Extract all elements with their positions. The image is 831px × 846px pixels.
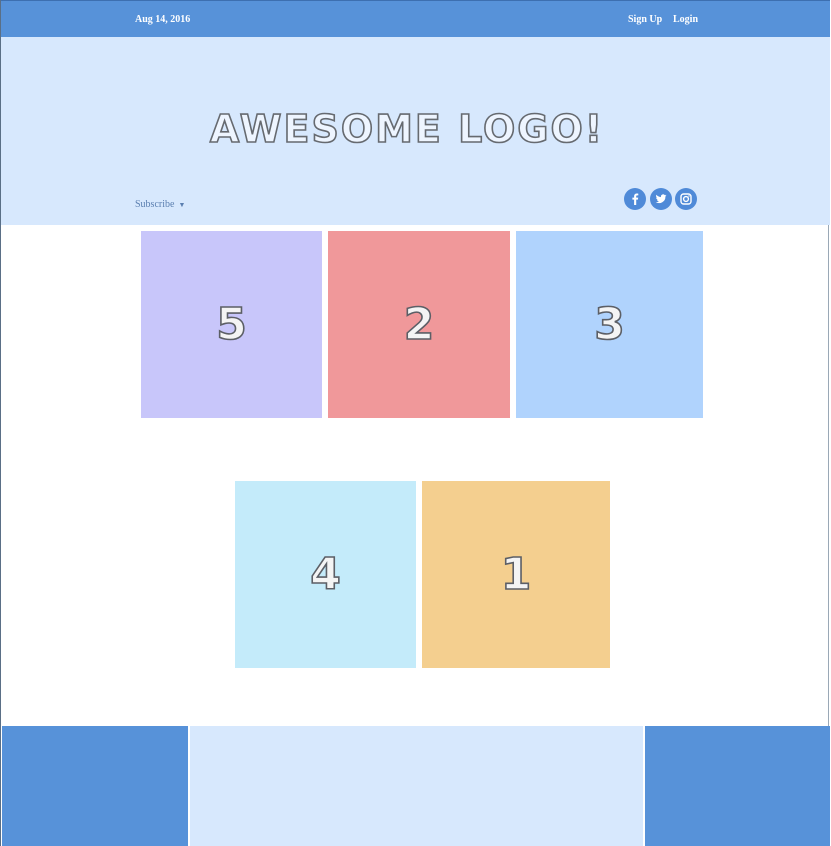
chevron-down-icon: ▼ xyxy=(178,201,186,209)
tile-1[interactable]: 1 xyxy=(422,481,610,668)
footer-center-panel xyxy=(190,726,643,846)
tile-number: 4 xyxy=(309,548,341,601)
tile-number: 1 xyxy=(500,548,532,601)
top-bar: Aug 14, 2016 Sign Up Login xyxy=(1,0,830,37)
facebook-icon[interactable] xyxy=(624,188,646,210)
subscribe-label: Subscribe xyxy=(135,199,175,210)
footer-right-panel xyxy=(645,726,830,846)
tile-2[interactable]: 2 xyxy=(328,231,510,418)
current-date: Aug 14, 2016 xyxy=(135,14,191,25)
tile-number: 5 xyxy=(215,298,247,351)
twitter-icon[interactable] xyxy=(650,188,672,210)
site-logo[interactable]: AWESOME LOGO! xyxy=(1,106,813,152)
tile-5[interactable]: 5 xyxy=(141,231,322,418)
tile-3[interactable]: 3 xyxy=(516,231,703,418)
sign-up-link[interactable]: Sign Up xyxy=(628,14,662,25)
site-header: AWESOME LOGO! Subscribe ▼ xyxy=(1,37,830,225)
login-link[interactable]: Login xyxy=(673,14,698,25)
tile-number: 2 xyxy=(403,298,435,351)
tile-number: 3 xyxy=(593,298,625,351)
instagram-icon[interactable] xyxy=(675,188,697,210)
footer-left-panel xyxy=(2,726,188,846)
subscribe-dropdown[interactable]: Subscribe ▼ xyxy=(135,199,185,210)
tile-4[interactable]: 4 xyxy=(235,481,416,668)
